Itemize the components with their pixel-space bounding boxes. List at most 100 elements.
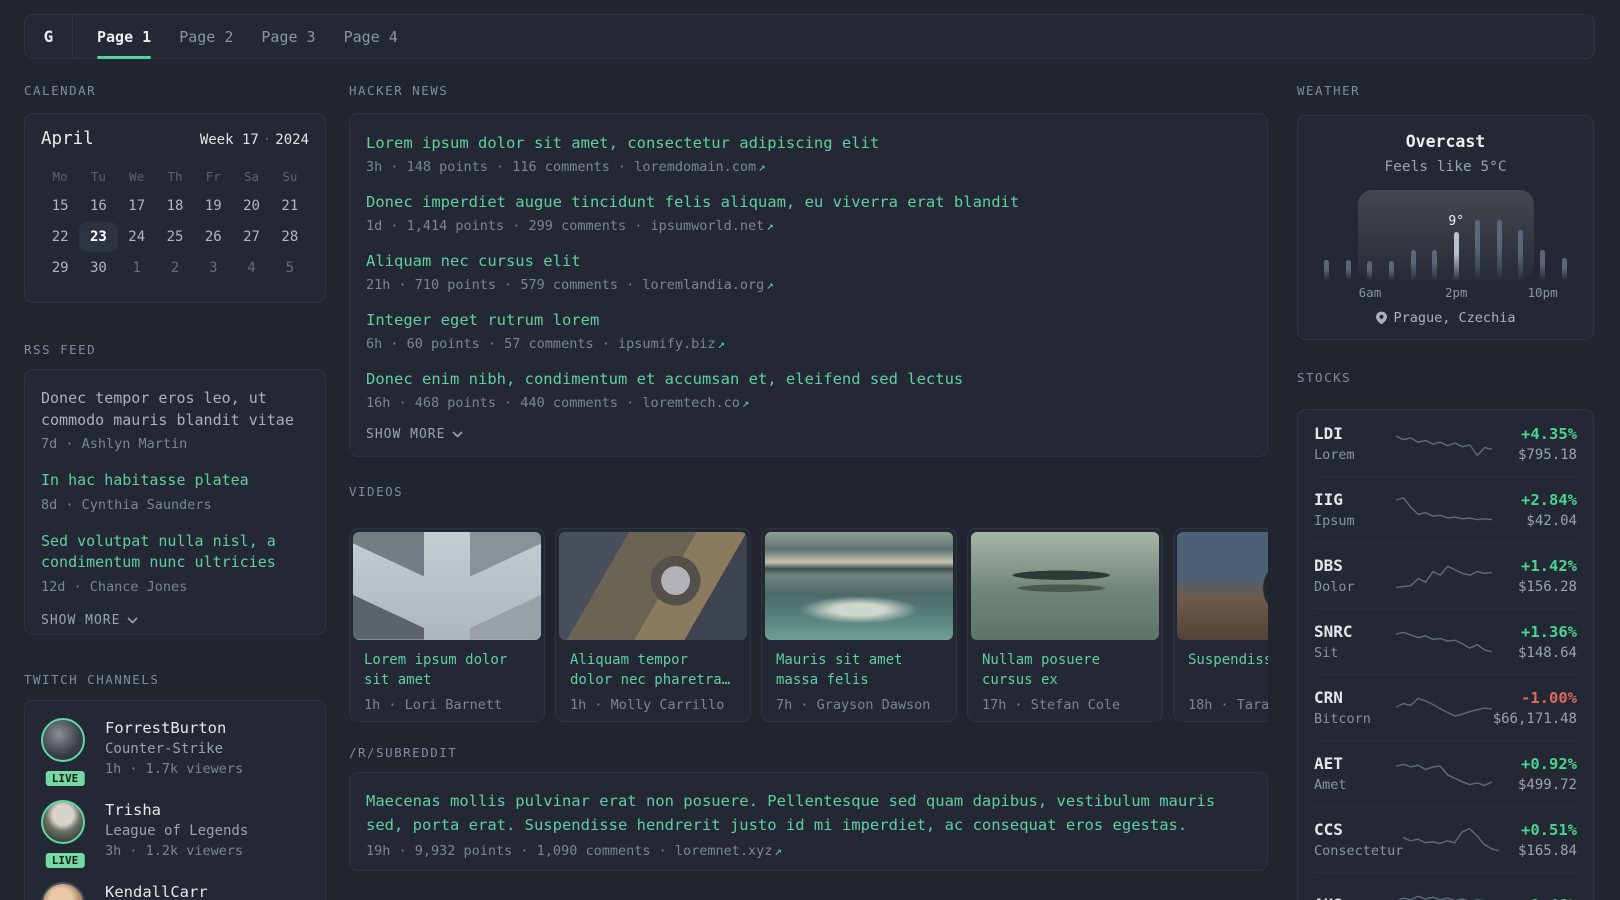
calendar-day: 4 xyxy=(247,260,256,276)
external-link-icon: ↗ xyxy=(774,843,782,858)
calendar-day-header: Su xyxy=(282,169,298,184)
page-tab-label: Page 1 xyxy=(97,27,152,46)
video-title[interactable]: Aliquam tempor dolor nec pharetra… xyxy=(570,650,736,690)
stock-price: $42.04 xyxy=(1526,512,1577,529)
stock-sparkline xyxy=(1396,693,1492,723)
app-logo[interactable]: G xyxy=(25,15,73,58)
left-column: CALENDAR April Week 17 · 2024 Mo Tu We Th Fr Sa… xyxy=(24,84,326,900)
stock-identity: AET Amet xyxy=(1314,754,1396,794)
video-title[interactable]: Suspendisse diam xyxy=(1188,650,1268,690)
video-thumbnail[interactable] xyxy=(353,532,541,640)
hackernews-item: Donec imperdiet augue tincidunt felis al… xyxy=(366,191,1251,235)
video-title[interactable]: Nullam posuere cursus ex xyxy=(982,650,1148,690)
stock-change: +2.84% xyxy=(1521,490,1577,509)
subreddit-post-domain[interactable]: loremnet.xyz xyxy=(675,843,773,859)
calendar-day: 23 xyxy=(79,222,118,252)
twitch-channel-game: League of Legends xyxy=(105,823,249,839)
twitch-channel-name[interactable]: Trisha xyxy=(105,800,248,821)
twitch-widget: LIVE ForrestBurton Counter-Strike 1h · 1… xyxy=(24,700,326,900)
hackernews-item-title[interactable]: Donec enim nibh, condimentum et accumsan… xyxy=(366,368,1251,390)
calendar-day: 27 xyxy=(243,229,260,245)
weather-hour-label: 2pm xyxy=(1444,285,1468,300)
video-thumbnail[interactable] xyxy=(559,532,747,640)
weather-bar-slot xyxy=(1489,190,1511,280)
calendar-day: 1 xyxy=(132,260,141,276)
rss-item-title[interactable]: Sed volutpat nulla nisl, a condimentum n… xyxy=(41,531,309,574)
calendar-widget: April Week 17 · 2024 Mo Tu We Th Fr Sa Su 15 16 17… xyxy=(24,113,326,303)
video-card[interactable]: Suspendisse diam 18h · Tara xyxy=(1173,528,1268,722)
video-thumbnail[interactable] xyxy=(1177,532,1268,640)
videos-section-label: VIDEOS xyxy=(349,484,404,499)
stock-sparkline xyxy=(1396,429,1492,459)
rss-widget: Donec tempor eros leo, ut commodo mauris… xyxy=(24,369,326,635)
rss-items: Donec tempor eros leo, ut commodo mauris… xyxy=(41,388,309,596)
calendar-day: 19 xyxy=(204,198,222,214)
video-card[interactable]: Nullam posuere cursus ex 17h · Stefan Co… xyxy=(967,528,1163,722)
twitch-channel-name[interactable]: KendallCarr xyxy=(105,882,208,900)
video-card[interactable]: Mauris sit amet massa felis 7h · Grayson… xyxy=(761,528,957,722)
hackernews-item-domain[interactable]: ipsumworld.net xyxy=(650,218,764,234)
stock-values: +4.35% $795.18 xyxy=(1492,424,1577,464)
page-tabs: Page 1 Page 2 Page 3 Page 4 xyxy=(73,15,412,59)
page-tab[interactable]: Page 4 xyxy=(330,15,412,58)
page-tab[interactable]: Page 3 xyxy=(247,15,329,58)
stock-price: $499.72 xyxy=(1517,776,1577,793)
hackernews-item-domain[interactable]: ipsumify.biz xyxy=(618,336,716,352)
calendar-day: 28 xyxy=(281,229,299,245)
stock-symbol: DBS xyxy=(1314,555,1343,575)
video-thumbnail[interactable] xyxy=(765,532,953,640)
video-thumbnail[interactable] xyxy=(971,532,1159,640)
twitch-channel-name[interactable]: ForrestBurton xyxy=(105,718,243,739)
hackernews-item-domain[interactable]: loremtech.co xyxy=(642,395,740,411)
rss-item-title[interactable]: Donec tempor eros leo, ut commodo mauris… xyxy=(41,388,309,431)
video-card[interactable]: Aliquam tempor dolor nec pharetra… 1h · … xyxy=(555,528,751,722)
hackernews-item-meta: 16h · 468 points · 440 comments · loremt… xyxy=(366,394,1251,412)
hackernews-item-domain[interactable]: loremlandia.org xyxy=(642,277,764,293)
hackernews-item-title[interactable]: Integer eget rutrum lorem xyxy=(366,309,1251,331)
stock-symbol: CRN xyxy=(1314,687,1343,707)
page-tab[interactable]: Page 2 xyxy=(165,15,247,58)
external-link-icon: ↗ xyxy=(758,159,766,174)
hackernews-item-stats: 6h · 60 points · 57 comments · xyxy=(366,336,618,352)
hackernews-item-stats: 1d · 1,414 points · 299 comments · xyxy=(366,218,651,234)
rss-show-more-button[interactable]: SHOW MORE xyxy=(41,613,309,628)
hackernews-item-domain[interactable]: loremdomain.com xyxy=(634,159,756,175)
hackernews-show-more-button[interactable]: SHOW MORE xyxy=(366,427,1251,442)
hackernews-item-title[interactable]: Aliquam nec cursus elit xyxy=(366,250,1251,272)
video-title[interactable]: Mauris sit amet massa felis xyxy=(776,650,942,690)
page-tab[interactable]: Page 1 xyxy=(83,15,165,59)
stock-price: $66,171.48 xyxy=(1492,710,1577,727)
stock-change: +4.35% xyxy=(1521,424,1577,443)
calendar-day: 21 xyxy=(281,198,299,214)
videos-row: Lorem ipsum dolor sit amet consectetu… 1… xyxy=(349,528,1268,722)
stock-row: AET Amet +0.92% $499.72 xyxy=(1314,740,1577,806)
rss-item: Donec tempor eros leo, ut commodo mauris… xyxy=(41,388,309,453)
show-more-label: SHOW MORE xyxy=(41,612,121,628)
stock-row: DBS Dolor +1.42% $156.28 xyxy=(1314,542,1577,608)
twitch-channel-list: LIVE ForrestBurton Counter-Strike 1h · 1… xyxy=(41,718,309,900)
stock-change: +0.51% xyxy=(1521,820,1577,839)
stock-symbol: SNRC xyxy=(1314,621,1353,641)
hackernews-item-title[interactable]: Donec imperdiet augue tincidunt felis al… xyxy=(366,191,1251,213)
calendar-day: 30 xyxy=(89,260,107,276)
weather-bar xyxy=(1432,250,1438,280)
rss-item-title[interactable]: In hac habitasse platea xyxy=(41,470,309,492)
stock-identity: CRN Bitcorn xyxy=(1314,688,1396,728)
calendar-days-grid: 15 16 17 18 19 20 21 22 23 24 25 26 27 28 29 30 1 2 3 4 5 xyxy=(41,191,309,283)
video-card[interactable]: Lorem ipsum dolor sit amet consectetu… 1… xyxy=(349,528,545,722)
stock-row: LDI Lorem +4.35% $795.18 xyxy=(1314,410,1577,476)
hackernews-item-title[interactable]: Lorem ipsum dolor sit amet, consectetur … xyxy=(366,132,1251,154)
twitch-channel-row[interactable]: LIVE KendallCarr xyxy=(41,882,309,900)
stock-sparkline xyxy=(1396,759,1492,789)
stock-symbol: CCS xyxy=(1314,819,1343,839)
twitch-channel-info: ForrestBurton Counter-Strike 1h · 1.7k v… xyxy=(105,718,243,779)
video-title[interactable]: Lorem ipsum dolor sit amet consectetu… xyxy=(364,650,530,690)
stock-values: +0.51% $165.84 xyxy=(1499,820,1577,860)
subreddit-post-title[interactable]: Maecenas mollis pulvinar erat non posuer… xyxy=(366,789,1251,837)
subreddit-post-meta: 19h · 9,932 points · 1,090 comments · lo… xyxy=(366,842,1251,860)
calendar-day-header: Mo xyxy=(52,169,68,184)
twitch-channel-row[interactable]: LIVE Trisha League of Legends 3h · 1.2k … xyxy=(41,800,309,870)
stock-name: Amet xyxy=(1314,776,1347,793)
stock-name: Lorem xyxy=(1314,446,1355,463)
twitch-channel-row[interactable]: LIVE ForrestBurton Counter-Strike 1h · 1… xyxy=(41,718,309,788)
